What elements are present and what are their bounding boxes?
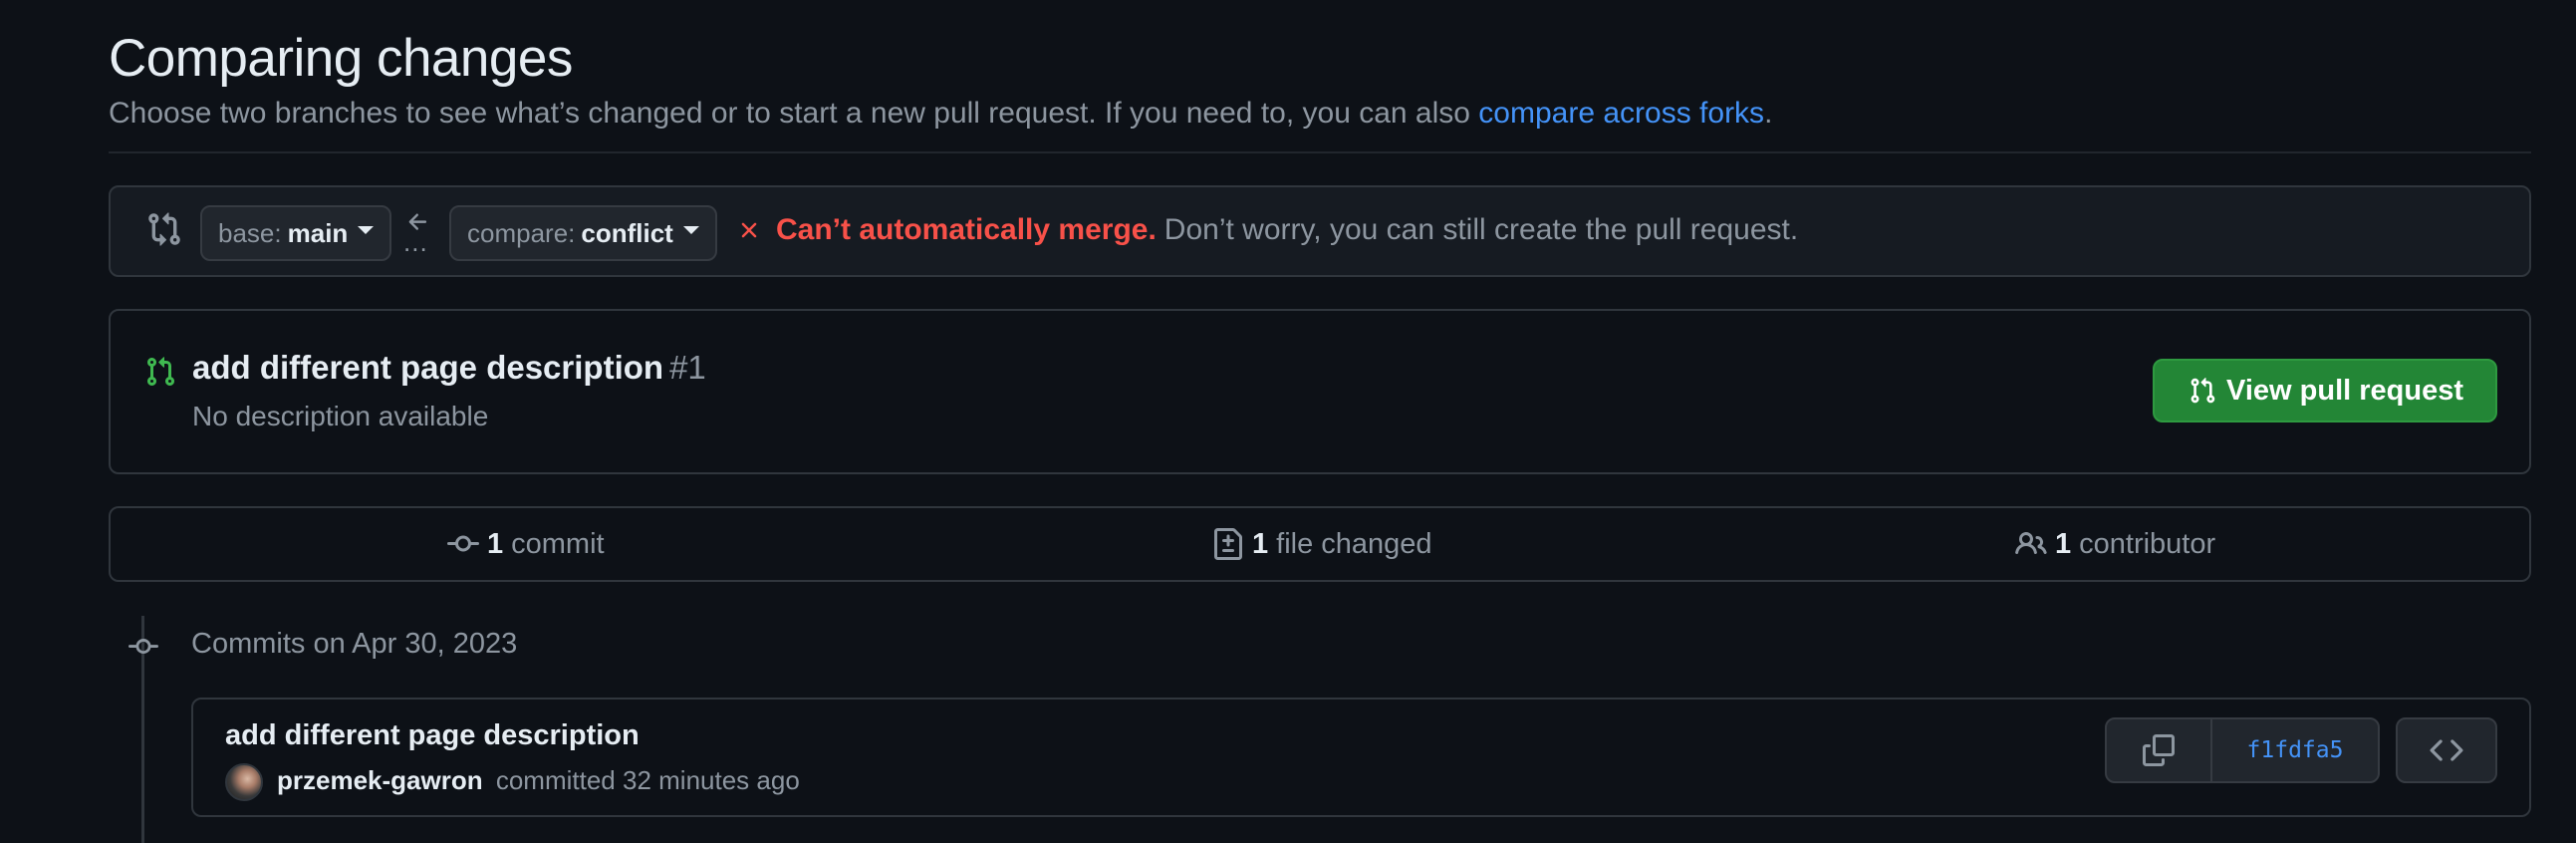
view-pull-request-label: View pull request (2226, 374, 2463, 407)
people-icon (2015, 531, 2047, 555)
subtitle-end: . (1764, 97, 1773, 130)
commit-meta: przemek-gawron committed 32 minutes ago (277, 765, 800, 796)
page-title: Comparing changes (109, 29, 573, 88)
commits-date-heading: Commits on Apr 30, 2023 (191, 628, 518, 660)
git-commit-icon (129, 639, 158, 655)
copy-icon (2143, 734, 2175, 766)
git-commit-icon (447, 535, 479, 552)
contributors-count: 1 (2055, 527, 2072, 560)
contributors-tab[interactable]: 1 contributor (2015, 508, 2215, 580)
subtitle-text: Choose two branches to see what’s change… (109, 97, 1479, 130)
page-subtitle: Choose two branches to see what’s change… (109, 97, 1772, 131)
base-prefix: base: (218, 217, 282, 248)
code-icon (2430, 739, 2463, 761)
merge-status-text: Don’t worry, you can still create the pu… (1163, 213, 1799, 246)
base-branch-button[interactable]: base: main (200, 205, 392, 261)
commit-time: committed 32 minutes ago (495, 765, 800, 795)
header-divider (109, 151, 2531, 153)
compare-across-forks-link[interactable]: compare across forks (1478, 97, 1764, 130)
commit-message-link[interactable]: add different page description (225, 719, 640, 752)
pr-description: No description available (192, 401, 489, 431)
git-compare-icon (148, 212, 180, 246)
pr-title[interactable]: add different page description #1 (192, 349, 706, 387)
git-pull-request-icon (146, 357, 175, 387)
avatar[interactable] (225, 763, 263, 801)
commit-sha-group: f1fdfa5 (2105, 717, 2380, 783)
files-changed-label: file changed (1276, 527, 1432, 560)
commit-sha-link[interactable]: f1fdfa5 (2212, 719, 2378, 781)
contributors-label: contributor (2079, 527, 2216, 560)
compare-prefix: compare: (467, 217, 576, 248)
git-pull-request-icon (2190, 378, 2215, 404)
base-branch-name: main (287, 217, 349, 248)
files-changed-count: 1 (1252, 527, 1269, 560)
copy-sha-button[interactable] (2107, 719, 2212, 781)
range-dots: ... (403, 227, 428, 257)
commits-label: commit (511, 527, 605, 560)
compare-branch-name: conflict (581, 217, 673, 248)
commits-tab[interactable]: 1 commit (447, 508, 605, 580)
commit-author-link[interactable]: przemek-gawron (277, 765, 483, 795)
commits-count: 1 (487, 527, 504, 560)
files-changed-tab[interactable]: 1 file changed (1212, 508, 1432, 580)
view-pull-request-button[interactable]: View pull request (2153, 359, 2497, 422)
browse-repository-button[interactable] (2396, 717, 2497, 783)
merge-status: Can’t automatically merge. Don’t worry, … (736, 213, 1798, 247)
pr-title-text: add different page description (192, 349, 664, 386)
merge-status-strong: Can’t automatically merge. (776, 213, 1157, 246)
compare-page: Comparing changes Choose two branches to… (0, 0, 2576, 843)
chevron-down-icon (358, 226, 375, 234)
commit-list-item: add different page description przemek-g… (191, 698, 2531, 817)
x-icon (741, 222, 757, 238)
compare-stats: 1 commit 1 file changed 1 contributor (109, 506, 2531, 582)
file-diff-icon (1214, 528, 1242, 560)
range-editor: base: main ... compare: conflict Can’t a… (109, 185, 2531, 277)
existing-pull-request: add different page description #1 No desc… (109, 309, 2531, 474)
chevron-down-icon (682, 226, 699, 234)
compare-branch-button[interactable]: compare: conflict (449, 205, 717, 261)
pr-number: #1 (669, 349, 706, 386)
